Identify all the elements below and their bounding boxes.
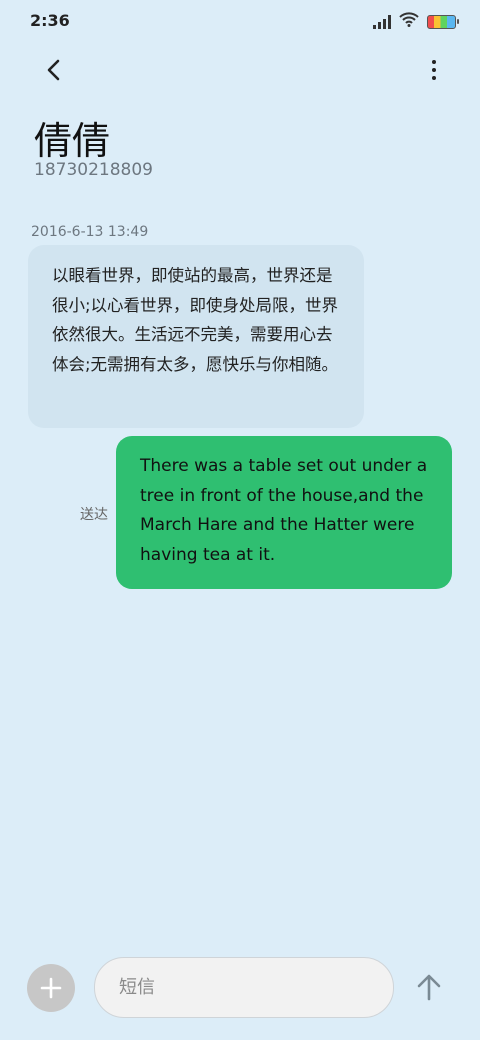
incoming-message-bubble[interactable]: 以眼看世界，即使站的最高，世界还是很小;以心看世界，即使身处局限，世界依然很大。…: [28, 245, 364, 428]
back-button[interactable]: [36, 52, 72, 88]
status-time: 2:36: [30, 11, 70, 30]
more-options-button[interactable]: [424, 52, 444, 88]
add-attachment-button[interactable]: [27, 964, 75, 1012]
sms-conversation-screen: 2:36 倩倩 18730218809 2016-6-13 13:49 以眼看世…: [0, 0, 480, 1040]
arrow-up-icon: [417, 974, 441, 1001]
message-timestamp: 2016-6-13 13:49: [31, 224, 149, 240]
send-button[interactable]: [412, 970, 446, 1004]
status-icons: [373, 12, 459, 31]
status-bar: 2:36: [0, 0, 480, 40]
signal-icon: [373, 14, 391, 29]
contact-number: 18730218809: [34, 160, 153, 180]
outgoing-message-bubble[interactable]: There was a table set out under a tree i…: [116, 436, 452, 589]
delivery-status: 送达: [80, 507, 108, 523]
more-vertical-icon: [432, 60, 436, 64]
outgoing-message-text: There was a table set out under a tree i…: [140, 456, 428, 565]
chevron-left-icon: [47, 59, 60, 81]
plus-icon: [40, 977, 62, 999]
message-input[interactable]: [94, 957, 394, 1018]
incoming-message-text: 以眼看世界，即使站的最高，世界还是很小;以心看世界，即使身处局限，世界依然很大。…: [52, 266, 339, 374]
battery-icon: [427, 14, 459, 29]
contact-name: 倩倩: [34, 119, 111, 163]
wifi-icon: [399, 12, 419, 31]
